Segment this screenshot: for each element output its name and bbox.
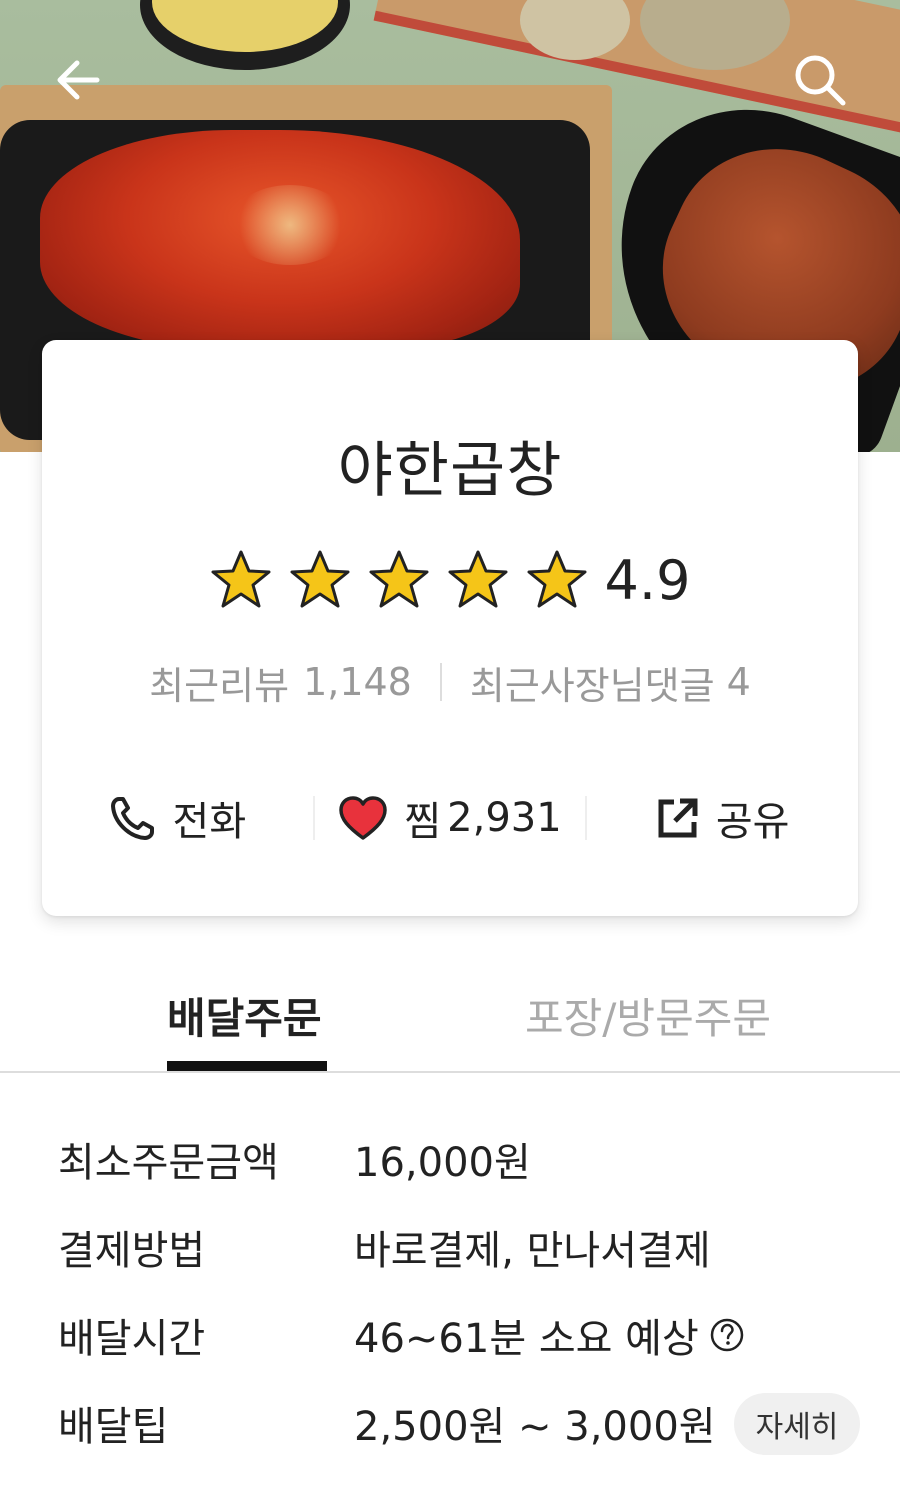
owner-replies-label: 최근사장님댓글 [469, 663, 715, 708]
rating-value: 4.9 [604, 548, 691, 612]
delivery-time-row: 배달시간 46~61분 소요 예상 [0, 1291, 900, 1379]
back-button[interactable] [46, 48, 110, 112]
search-button[interactable] [788, 48, 852, 112]
delivery-info: 최소주문금액 16,000원 결제방법 바로결제, 만나서결제 배달시간 46~… [0, 1115, 900, 1467]
owner-replies-count: 4 [726, 660, 751, 704]
tabs-divider [0, 1071, 900, 1073]
order-type-tabs: 배달주문 포장/방문주문 [0, 965, 900, 1075]
active-tab-indicator [167, 1061, 327, 1071]
call-button[interactable]: 전화 [42, 789, 313, 847]
delivery-tip-row: 배달팁 2,500원 ~ 3,000원 자세히 [0, 1379, 900, 1467]
delivery-tip-value: 2,500원 ~ 3,000원 [354, 1404, 716, 1450]
delivery-time-label: 배달시간 [58, 1316, 206, 1362]
favorite-label: 찜 [404, 799, 442, 845]
star-icon [448, 550, 508, 608]
call-label: 전화 [172, 799, 247, 845]
delivery-tip-label: 배달팁 [58, 1404, 169, 1450]
heart-icon [339, 796, 388, 840]
tab-delivery[interactable]: 배달주문 [167, 985, 322, 1046]
phone-icon [110, 797, 154, 840]
tab-pickup[interactable]: 포장/방문주문 [525, 985, 771, 1046]
share-button[interactable]: 공유 [587, 789, 858, 847]
recent-reviews-label: 최근리뷰 [149, 663, 290, 708]
search-icon [795, 55, 846, 106]
review-summary[interactable]: 최근리뷰 1,148 최근사장님댓글 4 [42, 652, 858, 712]
share-icon [658, 798, 698, 838]
divider [439, 663, 442, 701]
star-icon [211, 550, 271, 608]
rating-row[interactable]: 4.9 [42, 545, 858, 615]
min-order-label: 최소주문금액 [58, 1140, 279, 1186]
delivery-time-value-wrap: 46~61분 소요 예상 [354, 1306, 745, 1364]
payment-label: 결제방법 [58, 1228, 206, 1274]
recent-reviews-count: 1,148 [303, 660, 412, 704]
help-icon[interactable] [709, 1317, 745, 1353]
store-name: 야한곱창 [337, 436, 563, 506]
payment-value: 바로결제, 만나서결제 [354, 1228, 711, 1274]
star-icon [527, 550, 587, 608]
payment-row: 결제방법 바로결제, 만나서결제 [0, 1203, 900, 1291]
star-icon [290, 550, 350, 608]
star-icon [369, 550, 429, 608]
arrow-left-icon [57, 60, 100, 100]
question-circle-icon [710, 1318, 743, 1352]
share-label: 공유 [715, 799, 790, 845]
favorite-count: 2,931 [447, 795, 562, 841]
store-info-card: 야한곱창 4.9 최근리뷰 1,148 최근사장님댓글 4 전화 찜 2,931… [42, 340, 858, 916]
delivery-tip-detail-button[interactable]: 자세히 [734, 1393, 860, 1455]
action-row: 전화 찜 2,931 공유 [42, 782, 858, 854]
favorite-button[interactable]: 찜 2,931 [315, 789, 586, 847]
delivery-time-value: 46~61분 소요 예상 [354, 1316, 699, 1362]
min-order-row: 최소주문금액 16,000원 [0, 1115, 900, 1203]
min-order-value: 16,000원 [354, 1140, 531, 1186]
